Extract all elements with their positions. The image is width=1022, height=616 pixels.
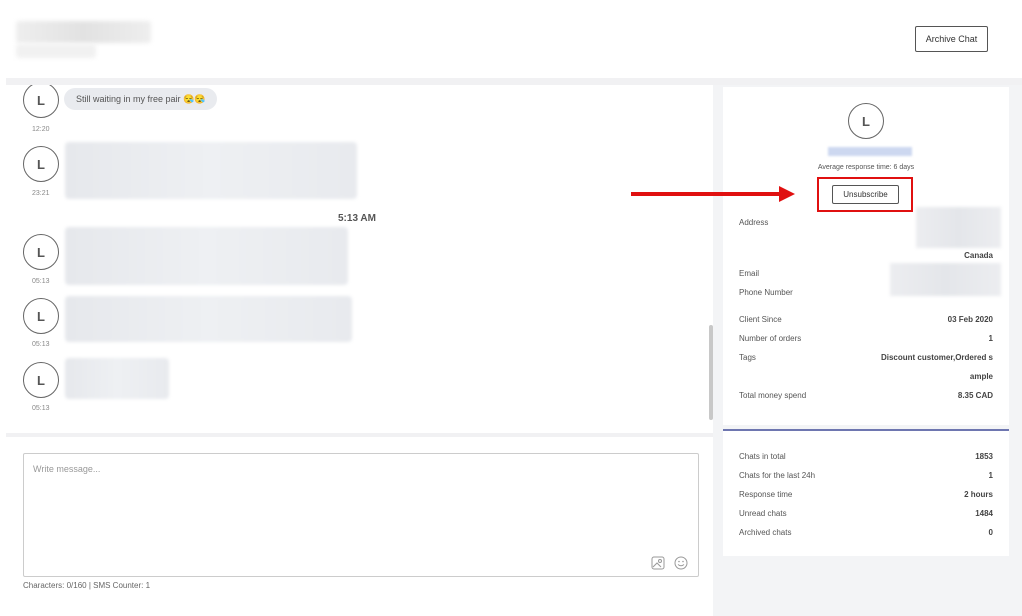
- response-time-value: 2 hours: [964, 490, 993, 499]
- image-icon[interactable]: [651, 556, 665, 570]
- archived-chats-label: Archived chats: [739, 528, 792, 537]
- client-since-value: 03 Feb 2020: [947, 315, 993, 324]
- contact-name-redacted: [828, 147, 912, 156]
- message-bubble-redacted: [65, 358, 169, 399]
- message-input[interactable]: Write message...: [23, 453, 699, 577]
- highlight-arrow: [631, 192, 781, 196]
- archive-chat-button[interactable]: Archive Chat: [915, 26, 988, 52]
- avatar: L: [23, 85, 59, 118]
- address-redacted: [916, 207, 1001, 248]
- chats-24h-value: 1: [988, 471, 993, 480]
- chats-24h-label: Chats for the last 24h: [739, 471, 816, 480]
- message-time: 05:13: [32, 341, 50, 348]
- chats-total-label: Chats in total: [739, 452, 786, 461]
- message-item: L: [23, 362, 59, 398]
- sms-counter: Characters: 0/160 | SMS Counter: 1: [23, 581, 151, 590]
- average-response-time: Average response time: 6 days: [817, 164, 915, 171]
- money-spent-label: Total money spend: [739, 391, 807, 400]
- address-value: Canada: [964, 251, 993, 260]
- archived-chats-value: 0: [988, 528, 993, 537]
- message-bubble-redacted: [65, 142, 357, 199]
- avatar: L: [23, 146, 59, 182]
- emoji-icon[interactable]: [674, 556, 688, 570]
- highlight-box: [817, 177, 913, 212]
- email-label: Email: [739, 269, 760, 278]
- email-redacted: [890, 263, 1001, 296]
- avatar: L: [23, 298, 59, 334]
- message-item: L: [23, 146, 59, 182]
- message-bubble-redacted: [65, 227, 348, 285]
- response-time-label: Response time: [739, 490, 793, 499]
- contact-name-redacted: [16, 21, 151, 43]
- message-time: 05:13: [32, 405, 50, 412]
- message-time: 12:20: [32, 126, 50, 133]
- message-item: L: [23, 85, 59, 118]
- highlight-arrow-head: [779, 186, 795, 202]
- avatar: L: [23, 234, 59, 270]
- contact-avatar: L: [848, 103, 884, 139]
- client-since-label: Client Since: [739, 315, 782, 324]
- message-list[interactable]: L 12:20 L 23:21 L 05:13 L 05:13 L 05:13: [6, 85, 713, 433]
- money-spent-value: 8.35 CAD: [957, 391, 993, 400]
- unread-chats-label: Unread chats: [739, 509, 787, 518]
- avatar: L: [23, 362, 59, 398]
- phone-label: Phone Number: [739, 288, 793, 297]
- header-divider: [6, 78, 1022, 85]
- message-item: L: [23, 234, 59, 270]
- message-bubble: Still waiting in my free pair 😪😪: [64, 88, 218, 110]
- message-time: 23:21: [32, 190, 50, 197]
- address-label: Address: [739, 218, 769, 227]
- day-separator: 5:13 AM: [338, 213, 376, 224]
- tags-value: Discount customer,Ordered s: [880, 353, 993, 362]
- chats-total-value: 1853: [975, 452, 993, 461]
- tags-value-cont: ample: [969, 372, 993, 381]
- contact-subtitle-redacted: [16, 44, 96, 58]
- message-placeholder: Write message...: [33, 464, 101, 474]
- message-item: L: [23, 298, 59, 334]
- orders-value: 1: [988, 334, 993, 343]
- tags-label: Tags: [739, 353, 756, 362]
- message-time: 05:13: [32, 278, 50, 285]
- chat-header: Archive Chat: [0, 0, 1022, 78]
- unread-chats-value: 1484: [975, 509, 993, 518]
- message-bubble-redacted: [65, 296, 352, 342]
- orders-label: Number of orders: [739, 334, 802, 343]
